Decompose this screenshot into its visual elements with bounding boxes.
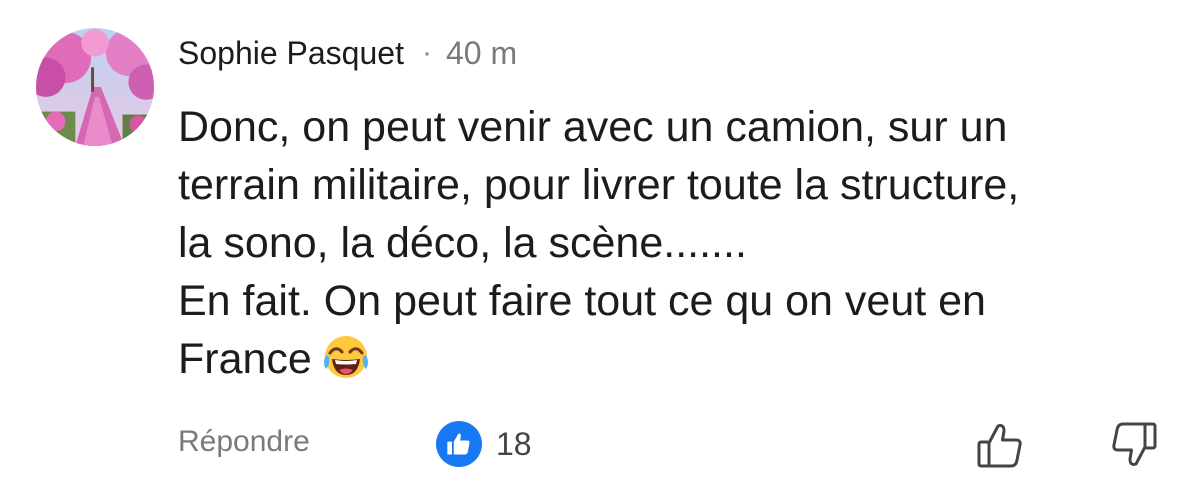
separator-dot: · <box>421 36 432 69</box>
comment-actions: Répondre 18 <box>0 415 1200 475</box>
comment-header: Sophie Pasquet · 40 m <box>178 30 517 76</box>
timestamp[interactable]: 40 m <box>446 35 517 72</box>
comment-last-line: France <box>178 330 1178 388</box>
comment-line: Donc, on peut venir avec un camion, sur … <box>178 103 1008 151</box>
author-name[interactable]: Sophie Pasquet <box>178 35 404 72</box>
comment-line: la sono, la déco, la scène....... <box>178 219 747 267</box>
laughing-emoji-icon <box>322 333 370 381</box>
reaction-summary[interactable]: 18 <box>436 421 532 467</box>
thumb-up-outline-icon[interactable] <box>974 419 1026 471</box>
avatar[interactable] <box>36 28 154 146</box>
comment-line: En fait. On peut faire tout ce qu on veu… <box>178 277 986 325</box>
like-count: 18 <box>496 425 532 462</box>
avatar-image <box>36 28 154 146</box>
thumb-down-outline-icon[interactable] <box>1108 419 1160 471</box>
comment-body: Donc, on peut venir avec un camion, sur … <box>178 98 1178 388</box>
comment-line: terrain militaire, pour livrer toute la … <box>178 161 1020 209</box>
reply-button[interactable]: Répondre <box>178 425 310 459</box>
thumbs-up-icon <box>436 421 482 467</box>
comment-line: France <box>178 335 312 383</box>
